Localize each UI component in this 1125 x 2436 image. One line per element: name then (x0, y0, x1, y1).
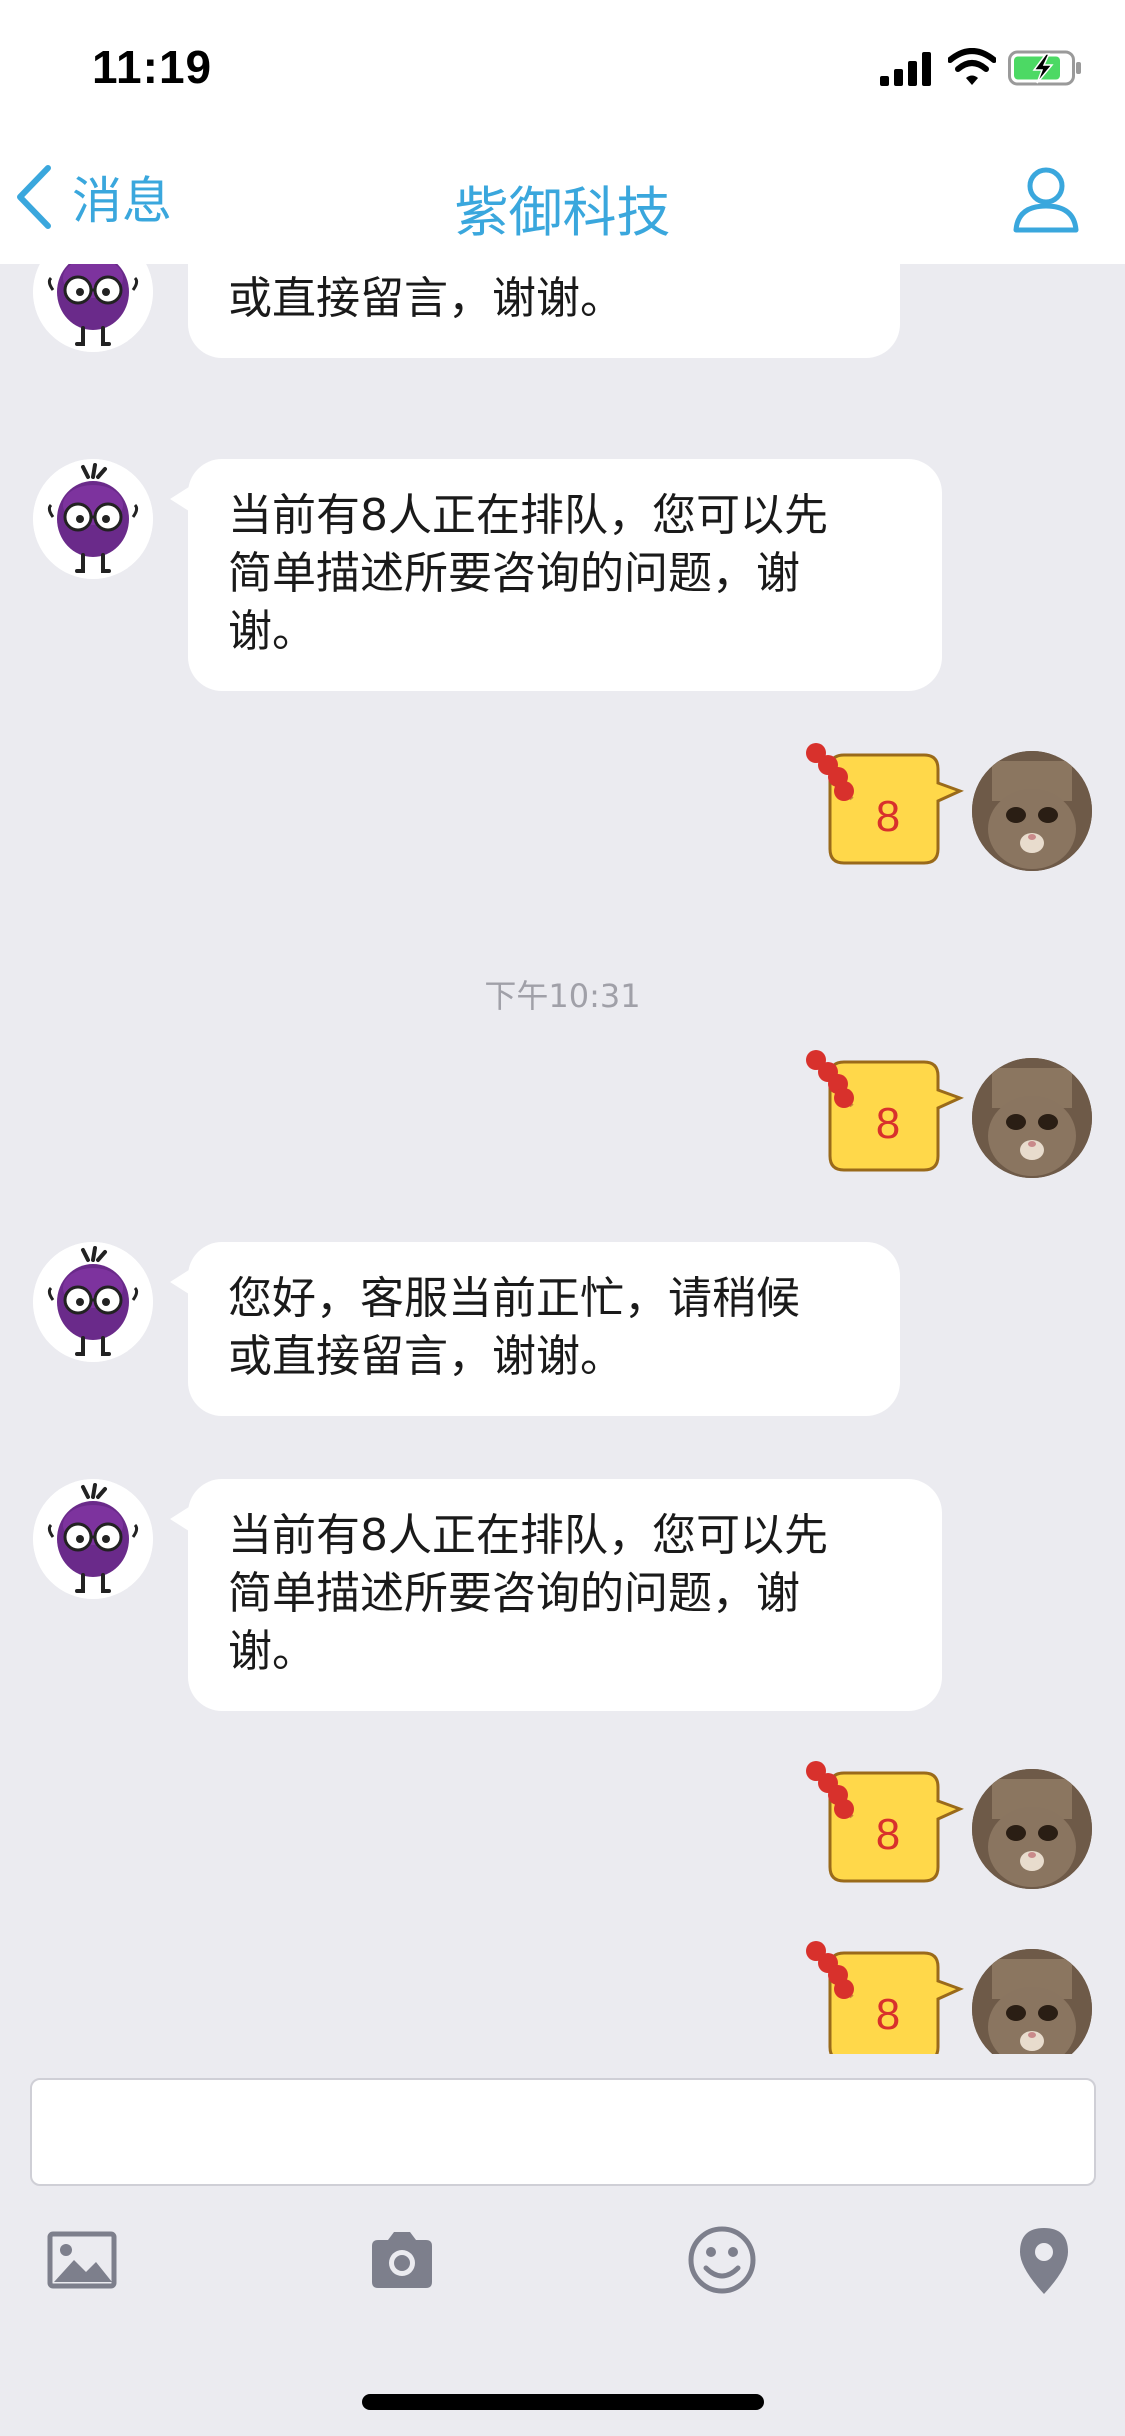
message-timestamp: 下午10:31 (484, 977, 641, 1015)
candy-sticker[interactable]: 8 (800, 1046, 968, 1186)
sticker-number: 8 (876, 1099, 900, 1148)
candy-sticker[interactable]: 8 (800, 1937, 968, 2054)
cat-photo-icon (972, 1058, 1092, 1178)
location-icon[interactable] (1008, 2224, 1080, 2296)
user-avatar[interactable] (972, 1058, 1092, 1178)
cat-photo-icon (972, 1769, 1092, 1889)
bot-avatar[interactable] (33, 1242, 153, 1362)
wifi-icon (948, 48, 996, 85)
message-text: 当前有8人正在排队，您可以先 简单描述所要咨询的问题，谢 谢。 (228, 1510, 828, 1677)
cat-photo-icon (972, 751, 1092, 871)
message-text: 您好，客服当前正忙，请稍候 或直接留言，谢谢。 (228, 264, 800, 324)
message-bubble[interactable]: 当前有8人正在排队，您可以先 简单描述所要咨询的问题，谢 谢。 (170, 1479, 942, 1711)
profile-icon[interactable] (1010, 162, 1082, 234)
message-bubble[interactable]: 您好，客服当前正忙，请稍候 或直接留言，谢谢。 (170, 1242, 900, 1416)
bot-avatar[interactable] (33, 459, 153, 579)
sticker-number: 8 (876, 1990, 900, 2039)
chat-area[interactable]: 您好，客服当前正忙，请稍候 或直接留言，谢谢。 当前有8人正在排队，您可以先 简… (0, 264, 1125, 2054)
input-bar (0, 2054, 1125, 2436)
emoji-icon[interactable] (686, 2224, 758, 2296)
home-indicator[interactable] (362, 2394, 764, 2410)
user-avatar[interactable] (972, 751, 1092, 871)
battery-icon (1008, 50, 1081, 86)
candy-sticker[interactable]: 8 (800, 739, 968, 879)
message-bubble[interactable]: 您好，客服当前正忙，请稍候 或直接留言，谢谢。 (188, 264, 900, 358)
message-text: 当前有8人正在排队，您可以先 简单描述所要咨询的问题，谢 谢。 (228, 490, 828, 657)
sticker-number: 8 (876, 792, 900, 841)
status-time: 11:19 (92, 41, 213, 93)
purple-mascot-icon (33, 459, 153, 579)
sticker-number: 8 (876, 1810, 900, 1859)
purple-mascot-icon (33, 264, 153, 352)
purple-mascot-icon (33, 1479, 153, 1599)
bot-avatar[interactable] (33, 1479, 153, 1599)
message-input[interactable] (30, 2078, 1096, 2186)
signal-icon (880, 52, 931, 86)
message-text: 您好，客服当前正忙，请稍候 或直接留言，谢谢。 (228, 1273, 800, 1382)
user-avatar[interactable] (972, 1949, 1092, 2054)
image-icon[interactable] (46, 2224, 118, 2296)
bot-avatar[interactable] (33, 264, 153, 352)
status-bar: 11:19 (0, 0, 1125, 132)
nav-bar: 消息 紫御科技 (0, 132, 1125, 264)
user-avatar[interactable] (972, 1769, 1092, 1889)
message-bubble[interactable]: 当前有8人正在排队，您可以先 简单描述所要咨询的问题，谢 谢。 (170, 459, 942, 691)
page-title: 紫御科技 (454, 181, 671, 244)
candy-sticker[interactable]: 8 (800, 1757, 968, 1897)
cat-photo-icon (972, 1949, 1092, 2054)
camera-icon[interactable] (366, 2224, 438, 2296)
purple-mascot-icon (33, 1242, 153, 1362)
